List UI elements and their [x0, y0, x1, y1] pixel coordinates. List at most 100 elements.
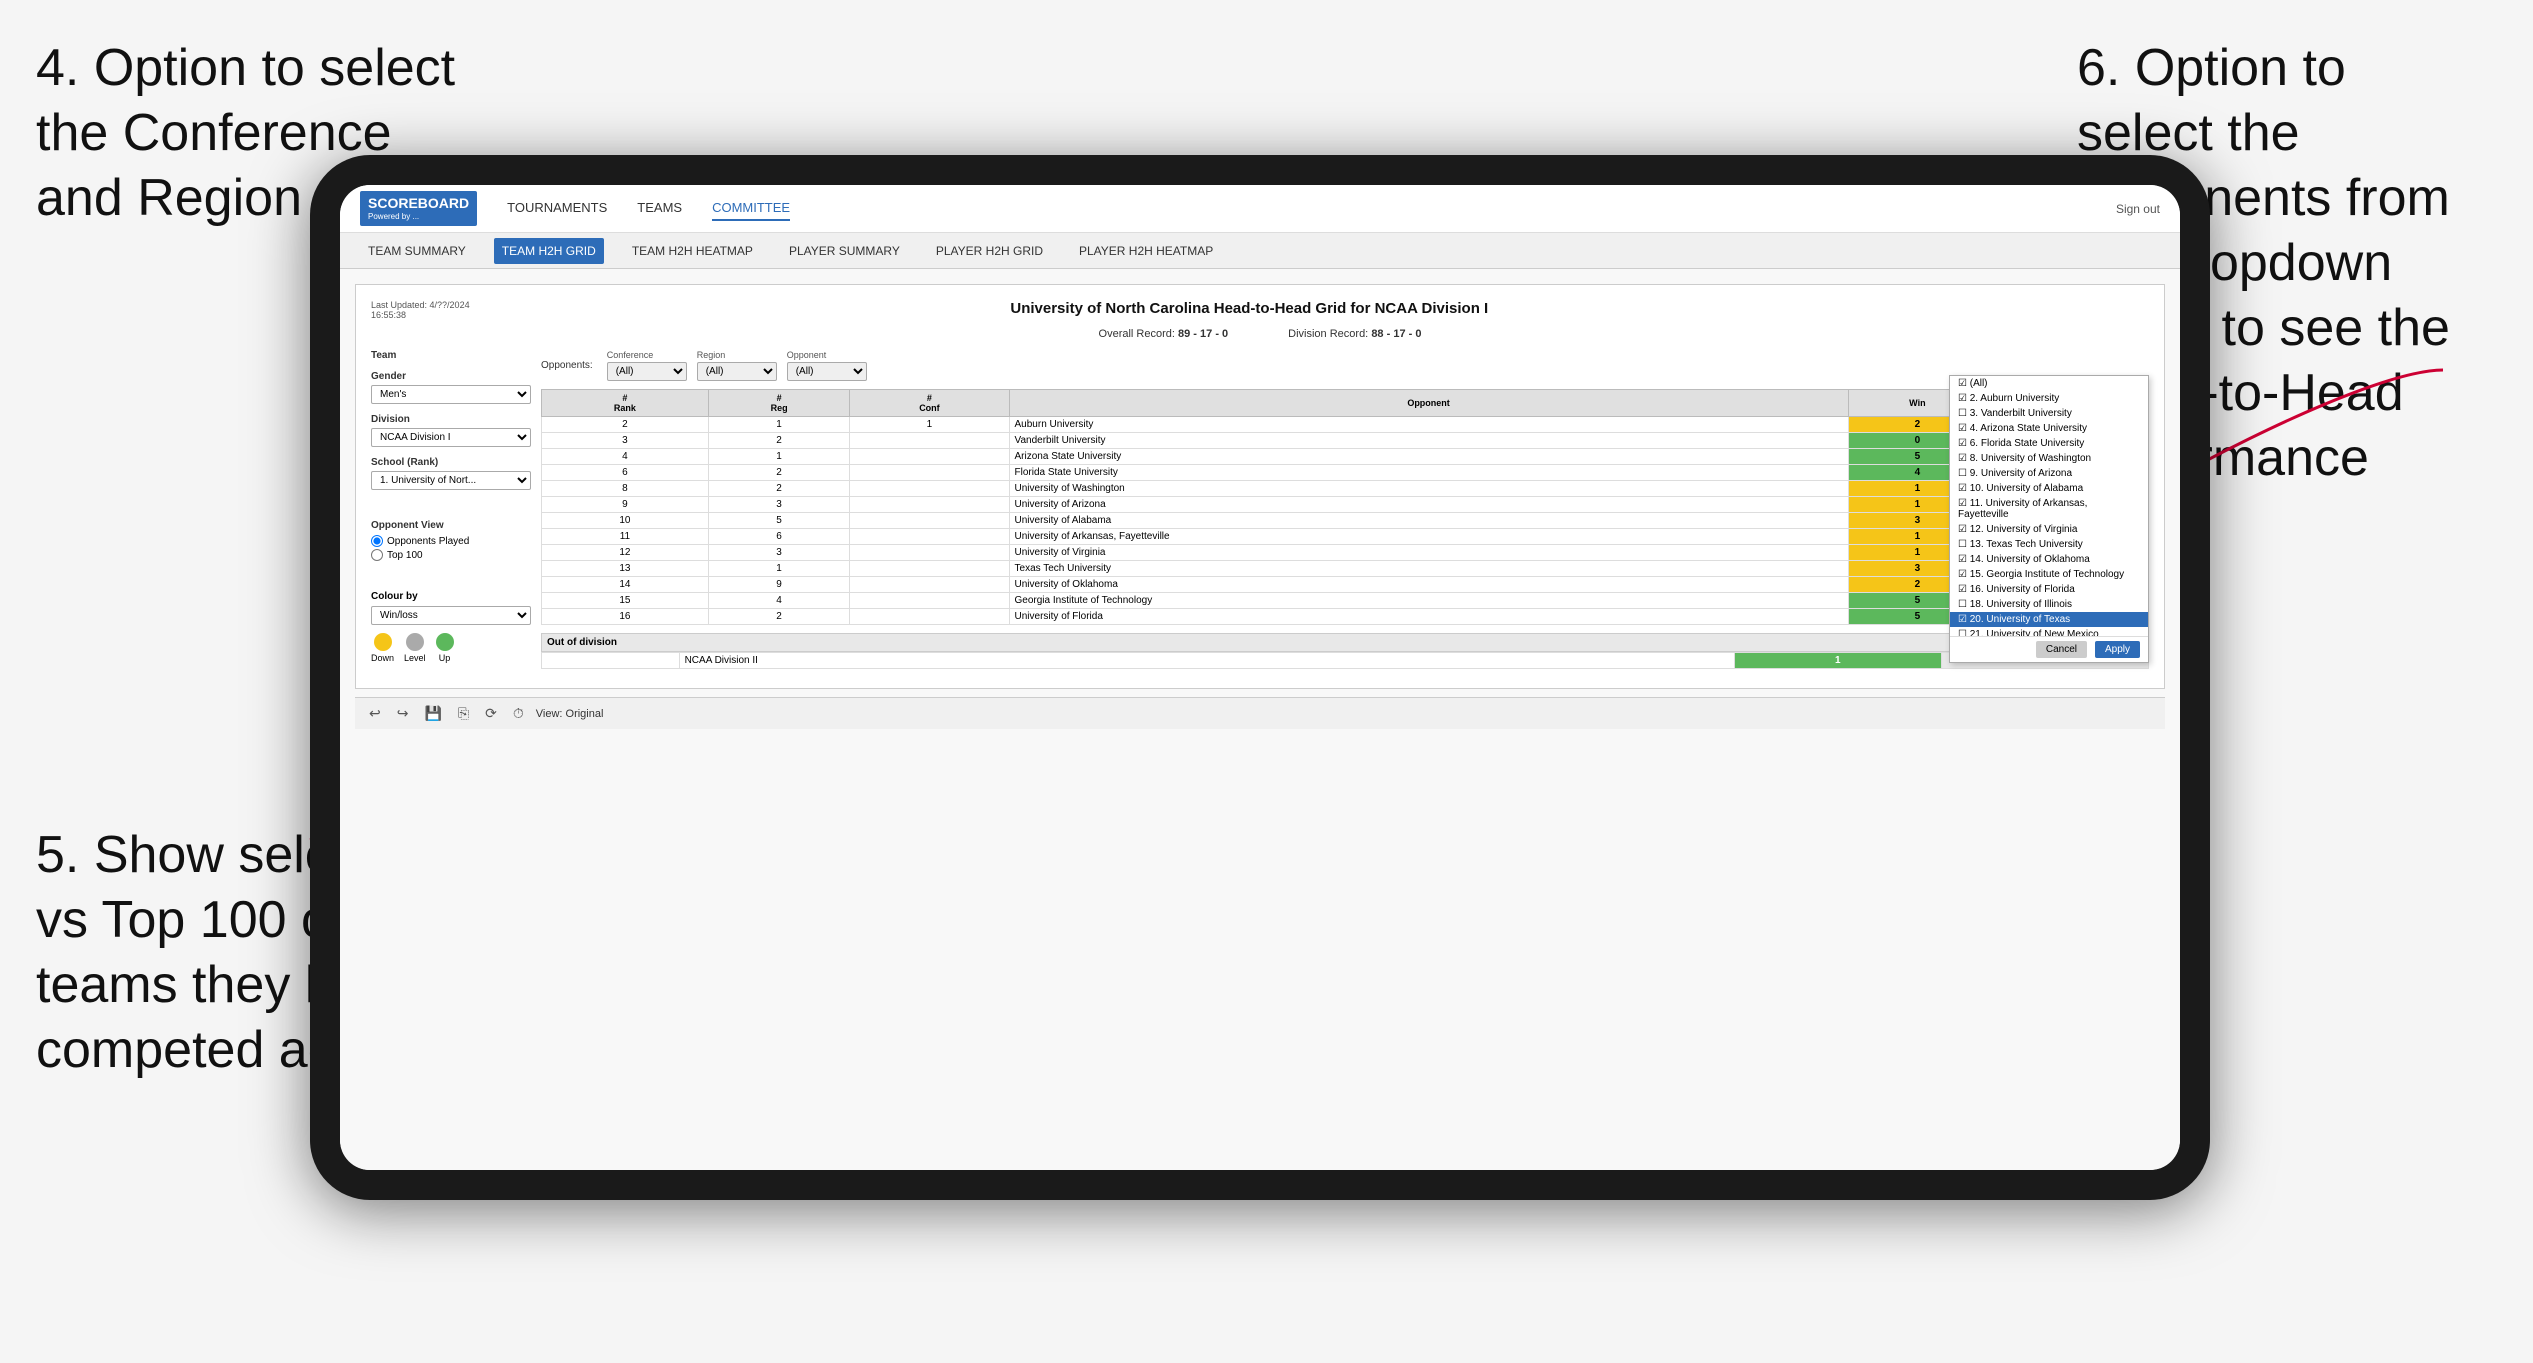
table-row: 3 2 Vanderbilt University 0 4 [542, 433, 2149, 449]
td-reg: 2 [708, 481, 850, 497]
dropdown-item[interactable]: ☑ 20. University of Texas [1950, 612, 2148, 627]
out-division-win: 1 [1734, 653, 1941, 669]
subnav-player-summary[interactable]: PLAYER SUMMARY [781, 238, 908, 264]
td-conf [850, 545, 1009, 561]
legend-down: Down [371, 633, 394, 663]
report-title: University of North Carolina Head-to-Hea… [470, 300, 2029, 317]
dropdown-item[interactable]: ☑ (All) [1950, 376, 2148, 391]
nav-tournaments[interactable]: TOURNAMENTS [507, 196, 607, 221]
table-row: 14 9 University of Oklahoma 2 2 [542, 577, 2149, 593]
radio-top100-input[interactable] [371, 549, 383, 561]
filter-conference-group: Conference (All) [607, 350, 687, 381]
dropdown-item[interactable]: ☑ 11. University of Arkansas, Fayettevil… [1950, 496, 2148, 522]
table-row: 6 2 Florida State University 4 2 [542, 465, 2149, 481]
apply-button[interactable]: Apply [2095, 641, 2140, 658]
sidebar-gender-select[interactable]: Men's [371, 385, 531, 404]
nav-committee[interactable]: COMMITTEE [712, 196, 790, 221]
dropdown-item[interactable]: ☑ 16. University of Florida [1950, 582, 2148, 597]
colour-legend: Down Level Up [371, 633, 531, 663]
nav-teams[interactable]: TEAMS [637, 196, 682, 221]
dropdown-item[interactable]: ☑ 8. University of Washington [1950, 451, 2148, 466]
legend-up-label: Up [439, 653, 451, 663]
opponent-dropdown[interactable]: ☑ (All)☑ 2. Auburn University☐ 3. Vander… [1949, 375, 2149, 663]
td-opponent: Georgia Institute of Technology [1009, 593, 1848, 609]
sidebar-team-label: Team [371, 350, 531, 361]
td-conf [850, 577, 1009, 593]
sidebar-school-section: School (Rank) 1. University of Nort... [371, 457, 531, 490]
refresh-icon[interactable]: ⟳ [481, 703, 501, 724]
subnav-player-h2h-grid[interactable]: PLAYER H2H GRID [928, 238, 1051, 264]
subnav-team-h2h-grid[interactable]: TEAM H2H GRID [494, 238, 604, 264]
td-conf [850, 593, 1009, 609]
filter-region-select[interactable]: (All) [697, 362, 777, 381]
td-reg: 2 [708, 609, 850, 625]
dropdown-item[interactable]: ☑ 10. University of Alabama [1950, 481, 2148, 496]
tablet-screen: SCOREBOARD Powered by ... TOURNAMENTS TE… [340, 185, 2180, 1170]
dropdown-item[interactable]: ☑ 14. University of Oklahoma [1950, 552, 2148, 567]
table-row: 11 6 University of Arkansas, Fayettevill… [542, 529, 2149, 545]
cancel-button[interactable]: Cancel [2036, 641, 2087, 658]
report-header: Last Updated: 4/??/2024 16:55:38 Univers… [371, 300, 2149, 320]
td-reg: 1 [708, 561, 850, 577]
tablet-frame: SCOREBOARD Powered by ... TOURNAMENTS TE… [310, 155, 2210, 1200]
legend-level-label: Level [404, 653, 426, 663]
radio-opponents-played-input[interactable] [371, 535, 383, 547]
td-rank: 15 [542, 593, 709, 609]
sidebar-division-section: Division NCAA Division I [371, 414, 531, 447]
undo-icon[interactable]: ↩ [365, 703, 385, 724]
subnav-team-h2h-heatmap[interactable]: TEAM H2H HEATMAP [624, 238, 761, 264]
legend-level: Level [404, 633, 426, 663]
redo-icon[interactable]: ↪ [393, 703, 413, 724]
sidebar-colour-select[interactable]: Win/loss [371, 606, 531, 625]
save-icon[interactable]: 💾 [420, 703, 445, 724]
td-conf [850, 481, 1009, 497]
td-reg: 3 [708, 497, 850, 513]
nav-items: TOURNAMENTS TEAMS COMMITTEE [507, 196, 2086, 221]
filter-opponent-select[interactable]: (All) [787, 362, 867, 381]
sidebar-gender-label: Gender [371, 371, 531, 382]
td-conf: 1 [850, 417, 1009, 433]
top-nav: SCOREBOARD Powered by ... TOURNAMENTS TE… [340, 185, 2180, 233]
dropdown-item[interactable]: ☑ 4. Arizona State University [1950, 421, 2148, 436]
app-container: SCOREBOARD Powered by ... TOURNAMENTS TE… [340, 185, 2180, 1170]
table-row: 13 1 Texas Tech University 3 0 [542, 561, 2149, 577]
dropdown-item[interactable]: ☐ 18. University of Illinois [1950, 597, 2148, 612]
td-opponent: University of Florida [1009, 609, 1848, 625]
dropdown-item[interactable]: ☐ 3. Vanderbilt University [1950, 406, 2148, 421]
dropdown-item[interactable]: ☐ 9. University of Arizona [1950, 466, 2148, 481]
sidebar-school-select[interactable]: 1. University of Nort... [371, 471, 531, 490]
dropdown-item[interactable]: ☐ 13. Texas Tech University [1950, 537, 2148, 552]
td-opponent: Texas Tech University [1009, 561, 1848, 577]
logo-subtext: Powered by ... [368, 212, 469, 222]
out-division-name [542, 653, 680, 669]
dropdown-item[interactable]: ☑ 2. Auburn University [1950, 391, 2148, 406]
sidebar-opponent-view-title: Opponent View [371, 520, 531, 531]
td-conf [850, 513, 1009, 529]
subnav-team-summary[interactable]: TEAM SUMMARY [360, 238, 474, 264]
copy-icon[interactable]: ⎘ [454, 703, 473, 724]
filter-conference-select[interactable]: (All) [607, 362, 687, 381]
td-reg: 1 [708, 449, 850, 465]
td-reg: 5 [708, 513, 850, 529]
table-row: 2 1 1 Auburn University 2 1 [542, 417, 2149, 433]
radio-opponents-played[interactable]: Opponents Played [371, 535, 531, 547]
radio-top100[interactable]: Top 100 [371, 549, 531, 561]
nav-signout[interactable]: Sign out [2116, 202, 2160, 216]
dropdown-item[interactable]: ☐ 21. University of New Mexico [1950, 627, 2148, 636]
sidebar-division-select[interactable]: NCAA Division I [371, 428, 531, 447]
legend-up: Up [436, 633, 454, 663]
sidebar-opponent-view-section: Opponent View Opponents Played Top 100 [371, 520, 531, 561]
dropdown-scroll[interactable]: ☑ (All)☑ 2. Auburn University☐ 3. Vander… [1950, 376, 2148, 636]
out-division-table: NCAA Division II 1 0 [541, 652, 2149, 669]
clock-icon[interactable]: ⏱ [509, 703, 528, 724]
dropdown-item[interactable]: ☑ 12. University of Virginia [1950, 522, 2148, 537]
td-opponent: University of Washington [1009, 481, 1848, 497]
td-opponent: University of Oklahoma [1009, 577, 1848, 593]
dropdown-item[interactable]: ☑ 6. Florida State University [1950, 436, 2148, 451]
td-opponent: Vanderbilt University [1009, 433, 1848, 449]
td-opponent: University of Alabama [1009, 513, 1848, 529]
subnav-player-h2h-heatmap[interactable]: PLAYER H2H HEATMAP [1071, 238, 1221, 264]
overall-record: Overall Record: 89 - 17 - 0 [1099, 328, 1229, 340]
dropdown-item[interactable]: ☑ 15. Georgia Institute of Technology [1950, 567, 2148, 582]
td-rank: 3 [542, 433, 709, 449]
